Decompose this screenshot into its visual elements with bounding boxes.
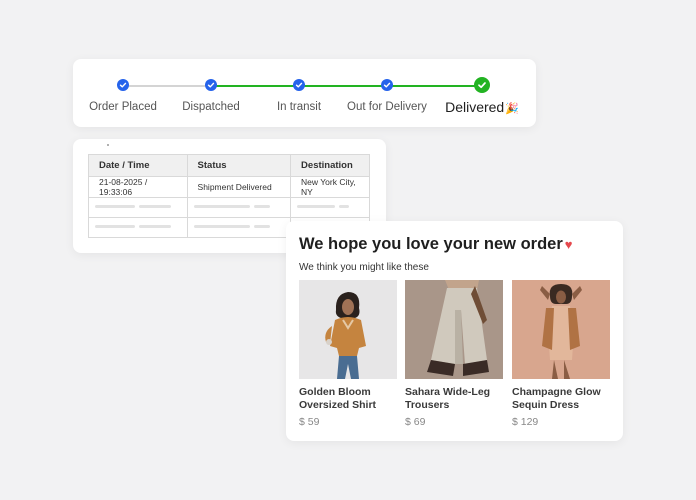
step-label-delivered-wrap: Delivered🎉 (445, 99, 519, 115)
product-name[interactable]: Golden Bloom Oversized Shirt (299, 386, 409, 412)
heart-icon: ♥ (564, 237, 573, 252)
table-header-row: Date / Time Status Destination (88, 154, 370, 177)
step-delivered-check-icon (474, 77, 490, 93)
product-card-sahara[interactable]: Sahara Wide-Leg Trousers $ 69 (405, 280, 503, 428)
step-order-placed-check-icon (117, 79, 129, 91)
step-label-delivered: Delivered (445, 99, 505, 115)
recommendations-title: We hope you love your new order (299, 235, 563, 253)
cell-datetime: 21-08-2025 / 19:33:06 (88, 176, 188, 198)
party-popper-icon: 🎉 (505, 103, 519, 115)
placeholder-cell (88, 217, 188, 238)
column-header-datetime: Date / Time (88, 154, 188, 177)
step-label-order-placed: Order Placed (89, 101, 157, 113)
product-card-golden-bloom[interactable]: Golden Bloom Oversized Shirt $ 59 (299, 280, 397, 428)
product-image-champagne-glow[interactable] (512, 280, 610, 379)
table-row-placeholder (88, 197, 370, 218)
placeholder-cell (186, 217, 292, 238)
step-label-in-transit: In transit (276, 101, 322, 113)
product-card-champagne-glow[interactable]: Champagne Glow Sequin Dress $ 129 (512, 280, 610, 428)
column-header-destination: Destination (290, 154, 370, 177)
product-name[interactable]: Sahara Wide-Leg Trousers (405, 386, 515, 412)
placeholder-cell (290, 197, 370, 218)
placeholder-cell (88, 197, 188, 218)
step-out-for-delivery-check-icon (381, 79, 393, 91)
product-price: $ 69 (405, 416, 426, 428)
step-label-dispatched: Dispatched (182, 101, 240, 113)
progress-line-gray (123, 85, 211, 87)
cell-destination: New York City, NY (290, 176, 370, 198)
cell-status: Shipment Delivered (186, 176, 292, 198)
table-row: 21-08-2025 / 19:33:06 Shipment Delivered… (88, 176, 370, 198)
placeholder-cell (186, 197, 292, 218)
product-name[interactable]: Champagne Glow Sequin Dress (512, 386, 622, 412)
column-header-status: Status (186, 154, 292, 177)
recommendations-subtitle: We think you might like these (299, 262, 429, 273)
progress-line-green (211, 85, 482, 87)
step-dispatched-check-icon (205, 79, 217, 91)
step-label-out-for-delivery: Out for Delivery (347, 101, 427, 113)
product-image-golden-bloom[interactable] (299, 280, 397, 379)
recommendations-card: We hope you love your new order ♥ We thin… (286, 221, 623, 441)
decorative-dot (107, 144, 109, 146)
product-price: $ 59 (299, 416, 320, 428)
recommendations-title-wrap: We hope you love your new order ♥ (299, 235, 572, 254)
product-price: $ 129 (512, 416, 539, 428)
order-tracker-card: Order Placed Dispatched In transit Out f… (73, 59, 536, 127)
product-image-sahara[interactable] (405, 280, 503, 379)
step-in-transit-check-icon (293, 79, 305, 91)
